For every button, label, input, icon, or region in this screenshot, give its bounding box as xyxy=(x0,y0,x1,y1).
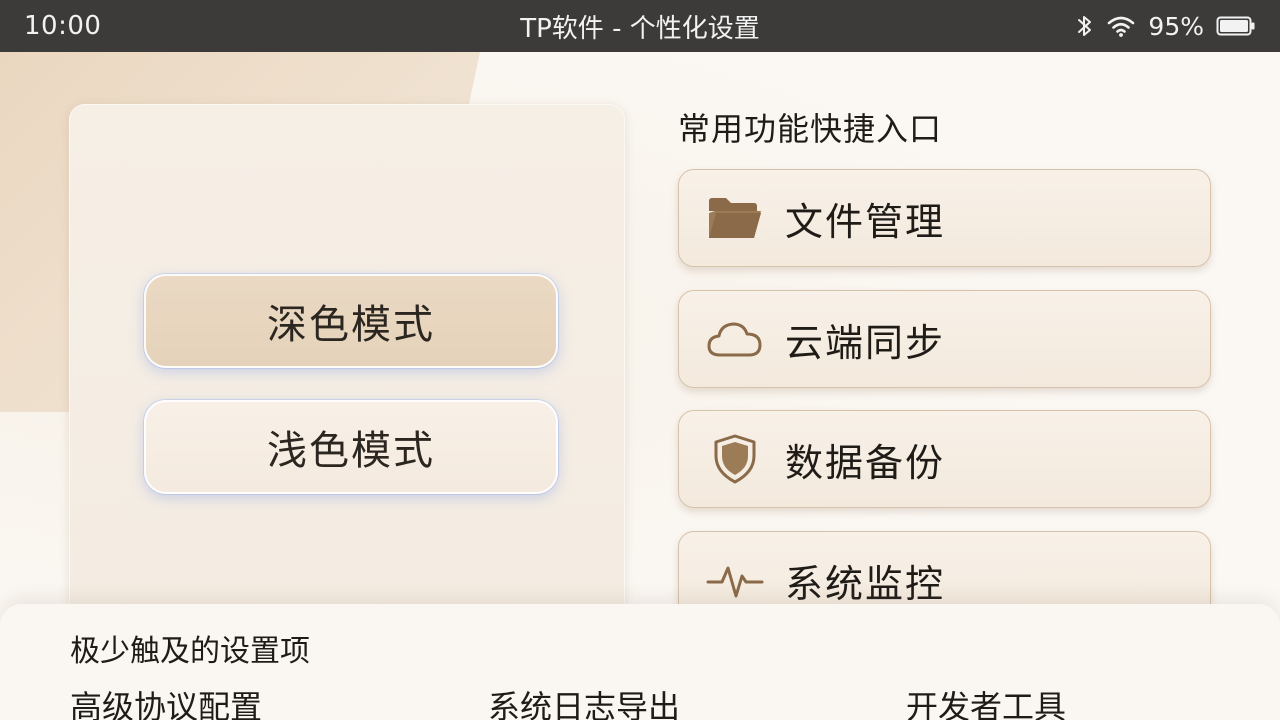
status-indicators: 95% xyxy=(1076,12,1256,41)
quick-item-label: 数据备份 xyxy=(785,440,946,485)
status-time: 10:00 xyxy=(24,11,102,41)
cloud-icon xyxy=(705,314,765,364)
rare-settings-heading: 极少触及的设置项 xyxy=(70,634,310,669)
screen: 10:00 TP软件 - 个性化设置 95% 深色模式 浅色模式 常用功能快捷入… xyxy=(0,0,1280,720)
theme-mode-panel: 深色模式 浅色模式 xyxy=(69,104,625,624)
quick-item-cloud-sync[interactable]: 云端同步 xyxy=(678,290,1211,388)
battery-percent: 95% xyxy=(1148,11,1204,41)
system-log-export-link[interactable]: 系统日志导出 xyxy=(488,682,680,720)
quick-item-label: 系统监控 xyxy=(785,561,946,606)
quick-item-data-backup[interactable]: 数据备份 xyxy=(678,410,1211,508)
wifi-icon xyxy=(1106,14,1136,38)
battery-icon xyxy=(1216,14,1256,38)
bluetooth-icon xyxy=(1076,13,1094,39)
status-bar: 10:00 TP软件 - 个性化设置 95% xyxy=(0,0,1280,52)
pulse-icon xyxy=(705,555,765,605)
advanced-protocol-config-link[interactable]: 高级协议配置 xyxy=(70,682,262,720)
dark-mode-button[interactable]: 深色模式 xyxy=(144,274,558,368)
rare-settings-sheet: 极少触及的设置项 高级协议配置 系统日志导出 开发者工具 xyxy=(0,604,1280,720)
shield-icon xyxy=(705,434,765,484)
light-mode-button[interactable]: 浅色模式 xyxy=(144,400,558,494)
developer-tools-link[interactable]: 开发者工具 xyxy=(906,682,1066,720)
quick-item-file-management[interactable]: 文件管理 xyxy=(678,169,1211,267)
quick-item-label: 云端同步 xyxy=(785,320,946,365)
quick-item-label: 文件管理 xyxy=(785,199,946,244)
quick-access-heading: 常用功能快捷入口 xyxy=(678,110,943,148)
folder-icon xyxy=(705,193,765,243)
